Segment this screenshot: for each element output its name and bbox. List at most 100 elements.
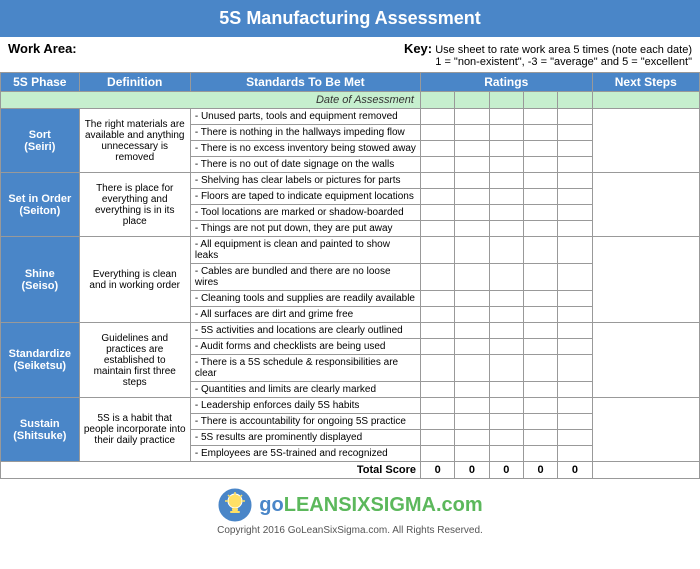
rating-input[interactable] (489, 125, 523, 141)
rating-input[interactable] (420, 173, 454, 189)
rating-input[interactable] (489, 173, 523, 189)
rating-input[interactable] (455, 157, 489, 173)
rating-input[interactable] (420, 291, 454, 307)
rating-input[interactable] (455, 430, 489, 446)
rating-input[interactable] (489, 323, 523, 339)
rating-input[interactable] (420, 398, 454, 414)
rating-input[interactable] (558, 398, 592, 414)
rating-input[interactable] (558, 430, 592, 446)
rating-input[interactable] (489, 157, 523, 173)
rating-input[interactable] (523, 414, 557, 430)
rating-input[interactable] (420, 307, 454, 323)
rating-input[interactable] (420, 446, 454, 462)
rating-input[interactable] (489, 307, 523, 323)
rating-input[interactable] (420, 205, 454, 221)
rating-input[interactable] (558, 125, 592, 141)
rating-input[interactable] (420, 264, 454, 291)
rating-input[interactable] (455, 307, 489, 323)
rating-input[interactable] (455, 398, 489, 414)
rating-input[interactable] (489, 339, 523, 355)
rating-input[interactable] (558, 109, 592, 125)
rating-input[interactable] (455, 291, 489, 307)
next-steps-cell-0[interactable] (592, 109, 699, 173)
rating-input[interactable] (455, 125, 489, 141)
date-col-4[interactable] (523, 92, 557, 109)
rating-input[interactable] (455, 189, 489, 205)
date-next-steps[interactable] (592, 92, 699, 109)
rating-input[interactable] (420, 141, 454, 157)
rating-input[interactable] (558, 339, 592, 355)
rating-input[interactable] (420, 382, 454, 398)
rating-input[interactable] (420, 430, 454, 446)
rating-input[interactable] (523, 339, 557, 355)
rating-input[interactable] (523, 237, 557, 264)
rating-input[interactable] (523, 157, 557, 173)
rating-input[interactable] (455, 237, 489, 264)
rating-input[interactable] (489, 398, 523, 414)
date-col-3[interactable] (489, 92, 523, 109)
rating-input[interactable] (558, 355, 592, 382)
rating-input[interactable] (558, 205, 592, 221)
date-col-5[interactable] (558, 92, 592, 109)
rating-input[interactable] (489, 446, 523, 462)
rating-input[interactable] (558, 221, 592, 237)
rating-input[interactable] (489, 237, 523, 264)
rating-input[interactable] (558, 157, 592, 173)
next-steps-cell-2[interactable] (592, 237, 699, 323)
rating-input[interactable] (523, 141, 557, 157)
next-steps-cell-1[interactable] (592, 173, 699, 237)
next-steps-cell-4[interactable] (592, 398, 699, 462)
rating-input[interactable] (523, 173, 557, 189)
rating-input[interactable] (523, 323, 557, 339)
rating-input[interactable] (455, 205, 489, 221)
rating-input[interactable] (523, 355, 557, 382)
rating-input[interactable] (489, 264, 523, 291)
rating-input[interactable] (489, 221, 523, 237)
rating-input[interactable] (523, 291, 557, 307)
rating-input[interactable] (420, 125, 454, 141)
rating-input[interactable] (455, 339, 489, 355)
rating-input[interactable] (523, 398, 557, 414)
rating-input[interactable] (523, 205, 557, 221)
rating-input[interactable] (523, 446, 557, 462)
date-col-1[interactable] (420, 92, 454, 109)
rating-input[interactable] (455, 414, 489, 430)
rating-input[interactable] (558, 446, 592, 462)
rating-input[interactable] (523, 382, 557, 398)
rating-input[interactable] (523, 189, 557, 205)
rating-input[interactable] (455, 446, 489, 462)
rating-input[interactable] (420, 237, 454, 264)
rating-input[interactable] (558, 237, 592, 264)
rating-input[interactable] (489, 205, 523, 221)
rating-input[interactable] (455, 355, 489, 382)
rating-input[interactable] (523, 125, 557, 141)
rating-input[interactable] (420, 355, 454, 382)
rating-input[interactable] (489, 414, 523, 430)
rating-input[interactable] (455, 109, 489, 125)
rating-input[interactable] (455, 221, 489, 237)
rating-input[interactable] (489, 291, 523, 307)
rating-input[interactable] (420, 323, 454, 339)
rating-input[interactable] (489, 109, 523, 125)
rating-input[interactable] (523, 264, 557, 291)
rating-input[interactable] (455, 141, 489, 157)
rating-input[interactable] (489, 430, 523, 446)
rating-input[interactable] (558, 141, 592, 157)
rating-input[interactable] (523, 430, 557, 446)
rating-input[interactable] (489, 382, 523, 398)
rating-input[interactable] (523, 109, 557, 125)
rating-input[interactable] (523, 307, 557, 323)
rating-input[interactable] (489, 355, 523, 382)
rating-input[interactable] (558, 264, 592, 291)
rating-input[interactable] (523, 221, 557, 237)
date-col-2[interactable] (455, 92, 489, 109)
rating-input[interactable] (489, 189, 523, 205)
rating-input[interactable] (420, 157, 454, 173)
rating-input[interactable] (558, 382, 592, 398)
rating-input[interactable] (558, 307, 592, 323)
rating-input[interactable] (455, 264, 489, 291)
rating-input[interactable] (558, 323, 592, 339)
rating-input[interactable] (420, 109, 454, 125)
rating-input[interactable] (420, 221, 454, 237)
rating-input[interactable] (558, 189, 592, 205)
